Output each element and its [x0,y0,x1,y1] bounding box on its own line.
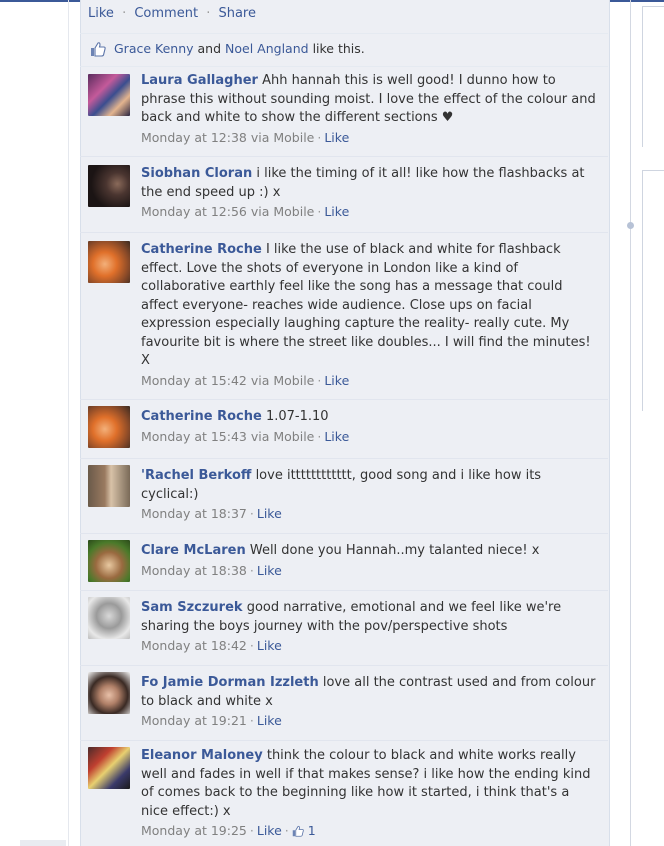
comment-meta: Monday at 19:25 · Like · 1 [141,823,316,838]
comment-time: Monday at 18:42 [141,638,247,653]
comment-author[interactable]: Sam Szczurek [141,600,243,615]
likes-suffix: like this. [312,41,365,56]
comment-item: Catherine Roche 1.07-1.10 Monday at 15:4… [80,400,608,459]
comment-author[interactable]: Laura Gallagher [141,73,258,88]
avatar[interactable] [88,672,130,714]
comment-meta: Monday at 15:43 via Mobile · Like [141,428,350,444]
timeline-dot[interactable] [627,222,634,229]
thumbs-up-icon [292,825,304,837]
bottom-left-edge [20,840,66,846]
likes-text: Grace Kenny and Noel Angland like this. [114,41,365,56]
avatar[interactable] [88,747,130,789]
like-count-value: 1 [307,823,316,838]
likes-joiner: and [197,41,222,56]
comment-time: Monday at 12:38 via Mobile [141,129,315,145]
comment-author[interactable]: Fo Jamie Dorman Izzleth [141,675,319,690]
comment-body: Siobhan Cloran i like the timing of it a… [141,165,598,222]
comment-author[interactable]: Siobhan Cloran [141,166,252,181]
comment-text: 1.07-1.10 [265,409,329,424]
comment-body: Catherine Roche 1.07-1.10 Monday at 15:4… [141,408,598,446]
comment-time: Monday at 19:25 [141,823,247,838]
comment-body: Sam Szczurek good narrative, emotional a… [141,599,598,656]
comment-meta: Monday at 18:37 · Like [141,506,282,521]
comment-item: Siobhan Cloran i like the timing of it a… [80,157,608,233]
comment-meta: Monday at 19:21 · Like [141,713,282,728]
comment-meta: Monday at 18:38 · Like [141,562,282,578]
like-link[interactable]: Like [88,6,114,21]
comment-author[interactable]: 'Rachel Berkoff [141,468,251,483]
comment-item: Eleanor Maloney think the colour to blac… [80,741,608,846]
avatar[interactable] [88,540,130,582]
comment-author[interactable]: Clare McLaren [141,543,246,558]
comment-like-link[interactable]: Like [324,130,349,145]
separator: · [122,6,127,21]
comment-author[interactable]: Catherine Roche [141,242,262,257]
comment-time: Monday at 18:38 [141,562,247,578]
avatar[interactable] [88,165,130,207]
comment-time: Monday at 15:42 via Mobile [141,372,315,388]
liker-grace-kenny[interactable]: Grace Kenny [114,41,194,56]
comment-time: Monday at 19:21 [141,713,247,728]
comment-meta: Monday at 15:42 via Mobile · Like [141,372,350,388]
likes-summary: Grace Kenny and Noel Angland like this. [80,33,608,67]
comment-like-link[interactable]: Like [324,429,349,444]
comment-item: Laura Gallagher Ahh hannah this is well … [80,66,608,157]
comment-like-link[interactable]: Like [257,563,282,578]
comment-body: Clare McLaren Well done you Hannah..my t… [141,542,598,580]
comment-text: Well done you Hannah..my talanted niece!… [249,543,540,558]
comment-item: Catherine Roche I like the use of black … [80,233,608,400]
comment-body: 'Rachel Berkoff love itttttttttttt, good… [141,467,598,524]
comment-like-link[interactable]: Like [257,506,282,521]
comment-body: Eleanor Maloney think the colour to blac… [141,747,598,841]
comment-meta: Monday at 12:56 via Mobile · Like [141,204,350,219]
comment-like-link[interactable]: Like [257,823,282,838]
comment-body: Catherine Roche I like the use of black … [141,241,598,390]
avatar[interactable] [88,597,130,639]
comment-item: Sam Szczurek good narrative, emotional a… [80,591,608,666]
comment-body: Laura Gallagher Ahh hannah this is well … [141,72,598,147]
comment-like-count[interactable]: 1 [292,823,316,838]
comment-meta: Monday at 12:38 via Mobile · Like [141,129,350,145]
comment-like-link[interactable]: Like [257,638,282,653]
avatar[interactable] [88,74,130,116]
comment-like-link[interactable]: Like [324,373,349,388]
thumbs-up-icon [91,42,106,57]
comment-time: Monday at 18:37 [141,506,247,521]
comment-meta: Monday at 18:42 · Like [141,638,282,653]
comment-body: Fo Jamie Dorman Izzleth love all the con… [141,674,598,731]
left-divider [68,0,69,846]
comment-item: 'Rachel Berkoff love itttttttttttt, good… [80,459,608,534]
comment-author[interactable]: Catherine Roche [141,409,262,424]
liker-noel-angland[interactable]: Noel Angland [225,41,309,56]
right-column [642,0,664,846]
avatar[interactable] [88,241,130,283]
comment-like-link[interactable]: Like [257,713,282,728]
separator: · [206,6,211,21]
comment-time: Monday at 12:56 via Mobile [141,204,315,219]
right-panel-mid [642,170,664,411]
avatar[interactable] [88,406,130,448]
comment-link[interactable]: Comment [134,6,198,21]
comment-like-link[interactable]: Like [324,204,349,219]
post-actions: Like · Comment · Share [88,6,256,21]
comment-time: Monday at 15:43 via Mobile [141,428,315,444]
comment-item: Clare McLaren Well done you Hannah..my t… [80,534,608,591]
timeline-rail [630,0,631,846]
comment-item: Fo Jamie Dorman Izzleth love all the con… [80,666,608,741]
comment-text: I like the use of black and white for fl… [141,242,591,368]
right-panel-top [642,6,664,147]
share-link[interactable]: Share [218,6,256,21]
avatar[interactable] [88,465,130,507]
comment-author[interactable]: Eleanor Maloney [141,748,263,763]
